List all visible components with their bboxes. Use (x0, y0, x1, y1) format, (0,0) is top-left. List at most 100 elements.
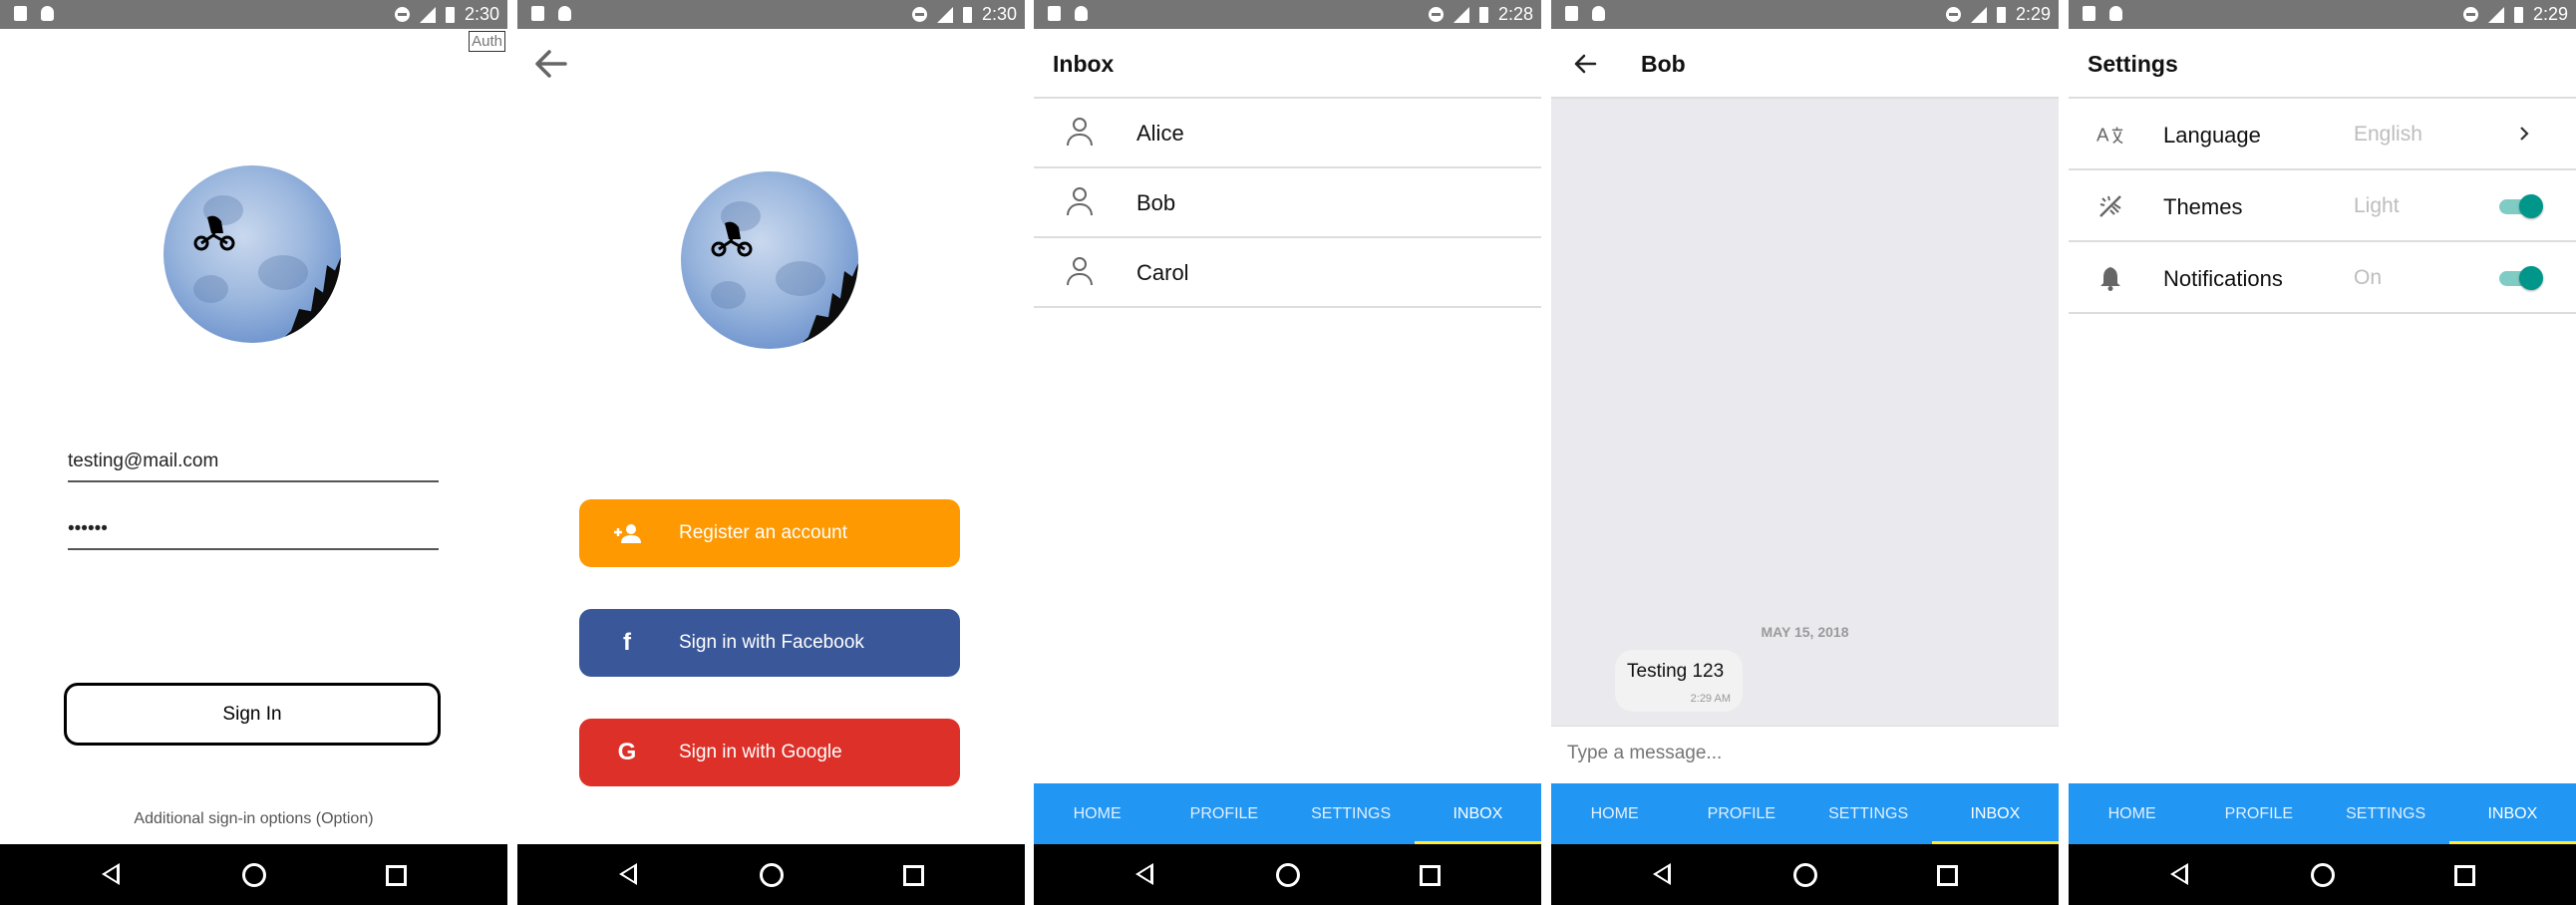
nav-back-icon[interactable] (1135, 863, 1153, 885)
add-user-icon (597, 523, 657, 543)
facebook-signin-button[interactable]: f Sign in with Facebook (579, 609, 960, 677)
header: Inbox (1034, 29, 1541, 99)
nav-home-icon[interactable] (242, 863, 266, 887)
message-input[interactable] (1567, 743, 2036, 764)
setting-language[interactable]: A Language English (2069, 99, 2576, 170)
facebook-label: Sign in with Facebook (679, 632, 864, 653)
status-time: 2:29 (2532, 4, 2568, 24)
battery-icon (1478, 6, 1488, 23)
bike-silhouette-icon (711, 221, 753, 257)
message-text: Testing 123 (1627, 661, 1725, 682)
chat-screen: 2:29 Bob MAY 15, 2018 Testing 123 2:29 A… (1551, 0, 2059, 905)
do-not-disturb-icon (2462, 7, 2478, 22)
contact-name: Bob (1136, 190, 1176, 215)
email-field[interactable]: testing@mail.com (68, 451, 439, 482)
person-icon (1066, 187, 1093, 217)
tab-home[interactable]: HOME (1034, 783, 1160, 844)
status-time: 2:28 (1497, 4, 1533, 24)
setting-value: Light (2354, 194, 2400, 217)
contact-name: Carol (1136, 260, 1189, 285)
google-icon: G (617, 739, 637, 765)
sd-card-icon (531, 6, 544, 21)
nav-recents-icon[interactable] (2454, 865, 2475, 886)
nav-home-icon[interactable] (1276, 863, 1300, 887)
chevron-right-icon (2520, 127, 2529, 141)
tab-home[interactable]: HOME (2069, 783, 2195, 844)
sd-card-icon (1565, 6, 1578, 21)
tab-inbox[interactable]: INBOX (2448, 783, 2576, 844)
nav-back-icon[interactable] (102, 863, 120, 885)
back-arrow-icon[interactable] (533, 46, 569, 82)
battery-icon (1996, 6, 2006, 23)
tab-inbox[interactable]: INBOX (1931, 783, 2059, 844)
tab-home[interactable]: HOME (1551, 783, 1678, 844)
notifications-toggle[interactable] (2499, 266, 2543, 290)
system-nav-bar (1551, 844, 2059, 905)
nav-recents-icon[interactable] (386, 865, 407, 886)
tab-profile[interactable]: PROFILE (1160, 783, 1287, 844)
header: Bob (1551, 29, 2059, 99)
setting-value: On (2354, 266, 2383, 289)
auth-tag: Auth (469, 31, 505, 52)
nav-home-icon[interactable] (2311, 863, 2335, 887)
signal-icon (1970, 6, 1987, 23)
date-separator: MAY 15, 2018 (1761, 624, 1849, 640)
sign-in-button[interactable]: Sign In (64, 683, 441, 746)
tab-profile[interactable]: PROFILE (2195, 783, 2322, 844)
inbox-item-alice[interactable]: Alice (1034, 99, 1541, 168)
svg-text:A: A (2096, 125, 2109, 146)
nav-back-icon[interactable] (619, 863, 637, 885)
inbox-screen: 2:28 Inbox Alice Bob Carol HOME PROFILE … (1034, 0, 1541, 905)
signal-icon (1452, 6, 1469, 23)
android-icon (41, 6, 54, 21)
tab-settings[interactable]: SETTINGS (1288, 783, 1415, 844)
nav-home-icon[interactable] (1793, 863, 1817, 887)
sd-card-icon (1048, 6, 1061, 21)
chat-title: Bob (1641, 51, 1686, 77)
tab-profile[interactable]: PROFILE (1678, 783, 1804, 844)
nav-back-icon[interactable] (1653, 863, 1671, 885)
system-nav-bar (517, 844, 1025, 905)
android-icon (1592, 6, 1605, 21)
inbox-item-bob[interactable]: Bob (1034, 168, 1541, 238)
themes-toggle[interactable] (2499, 194, 2543, 218)
setting-notifications[interactable]: Notifications On (2069, 242, 2576, 314)
battery-icon (445, 6, 455, 23)
bike-silhouette-icon (193, 215, 235, 251)
back-arrow-icon[interactable] (1573, 53, 1597, 75)
tab-settings[interactable]: SETTINGS (2323, 783, 2449, 844)
person-icon (1066, 118, 1093, 148)
inbox-item-carol[interactable]: Carol (1034, 238, 1541, 308)
message-time: 2:29 AM (1690, 693, 1731, 705)
android-icon (558, 6, 571, 21)
header: Settings (2069, 29, 2576, 99)
sd-card-icon (2083, 6, 2095, 21)
setting-label: Themes (2163, 194, 2243, 219)
signin-options-screen: 2:30 Register an account f Sign in with … (517, 0, 1025, 905)
password-field[interactable]: •••••• (68, 518, 439, 550)
tab-inbox[interactable]: INBOX (1414, 783, 1541, 844)
google-signin-button[interactable]: G Sign in with Google (579, 719, 960, 786)
battery-icon (962, 6, 972, 23)
additional-options-link[interactable]: Additional sign-in options (Option) (0, 810, 507, 828)
status-bar: 2:28 (1034, 0, 1541, 29)
nav-recents-icon[interactable] (1420, 865, 1441, 886)
bottom-tab-bar: HOME PROFILE SETTINGS INBOX (2069, 783, 2576, 844)
nav-recents-icon[interactable] (1937, 865, 1958, 886)
status-time: 2:30 (981, 4, 1017, 24)
setting-value: English (2354, 123, 2422, 146)
login-screen: 2:30 Auth testing@mail.com •••••• Sign I… (0, 0, 507, 905)
message-bubble[interactable]: Testing 123 2:29 AM (1615, 650, 1743, 712)
tab-settings[interactable]: SETTINGS (1805, 783, 1932, 844)
message-list[interactable]: MAY 15, 2018 Testing 123 2:29 AM (1551, 99, 2059, 726)
signal-icon (419, 6, 436, 23)
register-button[interactable]: Register an account (579, 499, 960, 567)
bell-icon (2096, 264, 2124, 292)
page-title: Inbox (1053, 51, 1115, 77)
do-not-disturb-icon (1428, 7, 1444, 22)
status-bar: 2:30 (0, 0, 507, 29)
setting-themes[interactable]: Themes Light (2069, 170, 2576, 242)
nav-home-icon[interactable] (760, 863, 784, 887)
nav-back-icon[interactable] (2170, 863, 2188, 885)
nav-recents-icon[interactable] (903, 865, 924, 886)
